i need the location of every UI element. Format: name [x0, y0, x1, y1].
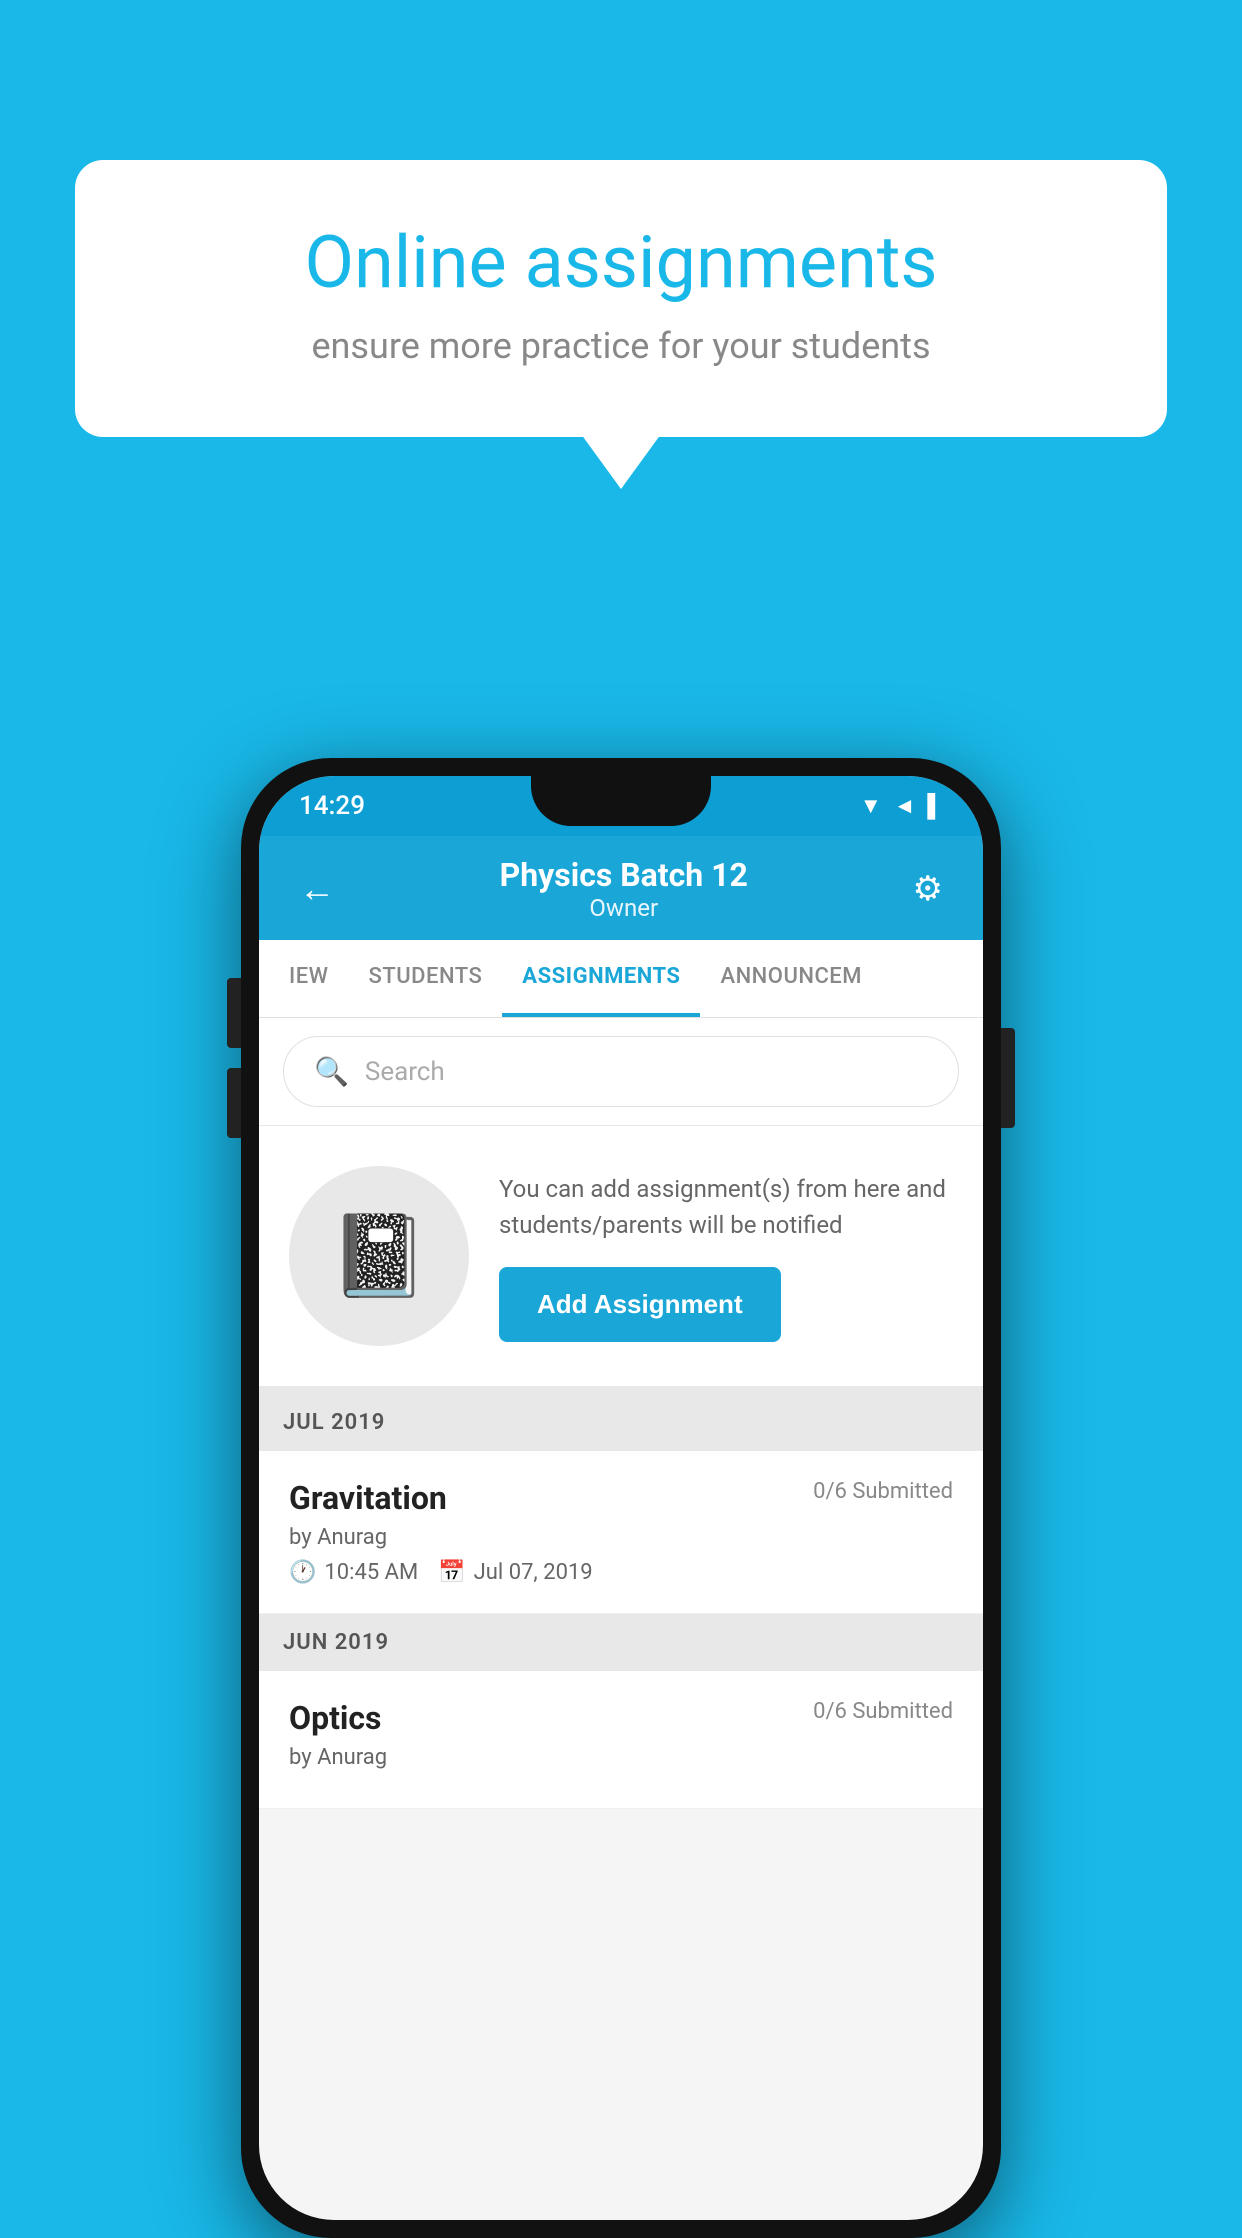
assignment-name-optics: Optics [289, 1699, 381, 1737]
gravitation-meta: 🕐 10:45 AM 📅 Jul 07, 2019 [289, 1560, 953, 1585]
gravitation-date-item: 📅 Jul 07, 2019 [438, 1560, 592, 1585]
promo-bubble: Online assignments ensure more practice … [75, 160, 1167, 437]
volume-up-button [227, 978, 241, 1048]
search-input[interactable]: 🔍 Search [283, 1036, 959, 1107]
bubble-title: Online assignments [145, 220, 1097, 305]
content-area: 🔍 Search 📓 You can add assignment(s) fro… [259, 1018, 983, 1809]
optics-submitted: 0/6 Submitted [813, 1699, 953, 1724]
battery-icon: ▌ [927, 793, 943, 819]
status-time: 14:29 [299, 791, 365, 821]
tab-students[interactable]: STUDENTS [349, 940, 503, 1017]
gravitation-date: Jul 07, 2019 [474, 1560, 593, 1585]
gravitation-time: 10:45 AM [324, 1560, 418, 1585]
header-title: Physics Batch 12 [500, 856, 748, 894]
optics-by: by Anurag [289, 1745, 953, 1770]
status-icons: ▼ ◄ ▌ [860, 793, 943, 819]
power-button [1001, 1028, 1015, 1128]
add-assignment-text-group: You can add assignment(s) from here and … [499, 1171, 953, 1342]
notebook-icon: 📓 [329, 1209, 429, 1303]
add-assignment-section: 📓 You can add assignment(s) from here an… [259, 1126, 983, 1394]
tab-iew[interactable]: IEW [269, 940, 349, 1017]
calendar-icon: 📅 [438, 1560, 465, 1585]
app-header: ← Physics Batch 12 Owner ⚙ [259, 836, 983, 940]
assignment-icon-circle: 📓 [289, 1166, 469, 1346]
section-jul-2019: JUL 2019 [259, 1394, 983, 1451]
signal-icon: ◄ [894, 793, 916, 819]
phone-notch [531, 776, 711, 826]
volume-down-button [227, 1068, 241, 1138]
search-container: 🔍 Search [259, 1018, 983, 1126]
optics-row-top: Optics 0/6 Submitted [289, 1699, 953, 1737]
search-placeholder: Search [365, 1057, 445, 1087]
bubble-subtitle: ensure more practice for your students [145, 325, 1097, 367]
clock-icon: 🕐 [289, 1560, 316, 1585]
tab-assignments[interactable]: ASSIGNMENTS [502, 940, 700, 1017]
assignment-gravitation[interactable]: Gravitation 0/6 Submitted by Anurag 🕐 10… [259, 1451, 983, 1614]
assignment-optics[interactable]: Optics 0/6 Submitted by Anurag [259, 1671, 983, 1809]
add-assignment-button[interactable]: Add Assignment [499, 1267, 781, 1342]
gravitation-submitted: 0/6 Submitted [813, 1479, 953, 1504]
tab-bar: IEW STUDENTS ASSIGNMENTS ANNOUNCEM [259, 940, 983, 1018]
wifi-icon: ▼ [860, 793, 882, 819]
header-subtitle: Owner [500, 894, 748, 922]
gravitation-time-item: 🕐 10:45 AM [289, 1560, 418, 1585]
assignment-name-gravitation: Gravitation [289, 1479, 447, 1517]
assignment-row-top: Gravitation 0/6 Submitted [289, 1479, 953, 1517]
header-title-group: Physics Batch 12 Owner [500, 856, 748, 922]
phone-screen: 14:29 ▼ ◄ ▌ ← Physics Batch 12 Owner ⚙ I… [259, 776, 983, 2220]
search-icon: 🔍 [314, 1055, 349, 1088]
add-assignment-description: You can add assignment(s) from here and … [499, 1171, 953, 1243]
phone-shell: 14:29 ▼ ◄ ▌ ← Physics Batch 12 Owner ⚙ I… [241, 758, 1001, 2238]
back-button[interactable]: ← [299, 868, 335, 910]
tab-announcements[interactable]: ANNOUNCEM [700, 940, 882, 1017]
gravitation-by: by Anurag [289, 1525, 953, 1550]
section-jun-2019: JUN 2019 [259, 1614, 983, 1671]
settings-icon[interactable]: ⚙ [913, 869, 943, 909]
